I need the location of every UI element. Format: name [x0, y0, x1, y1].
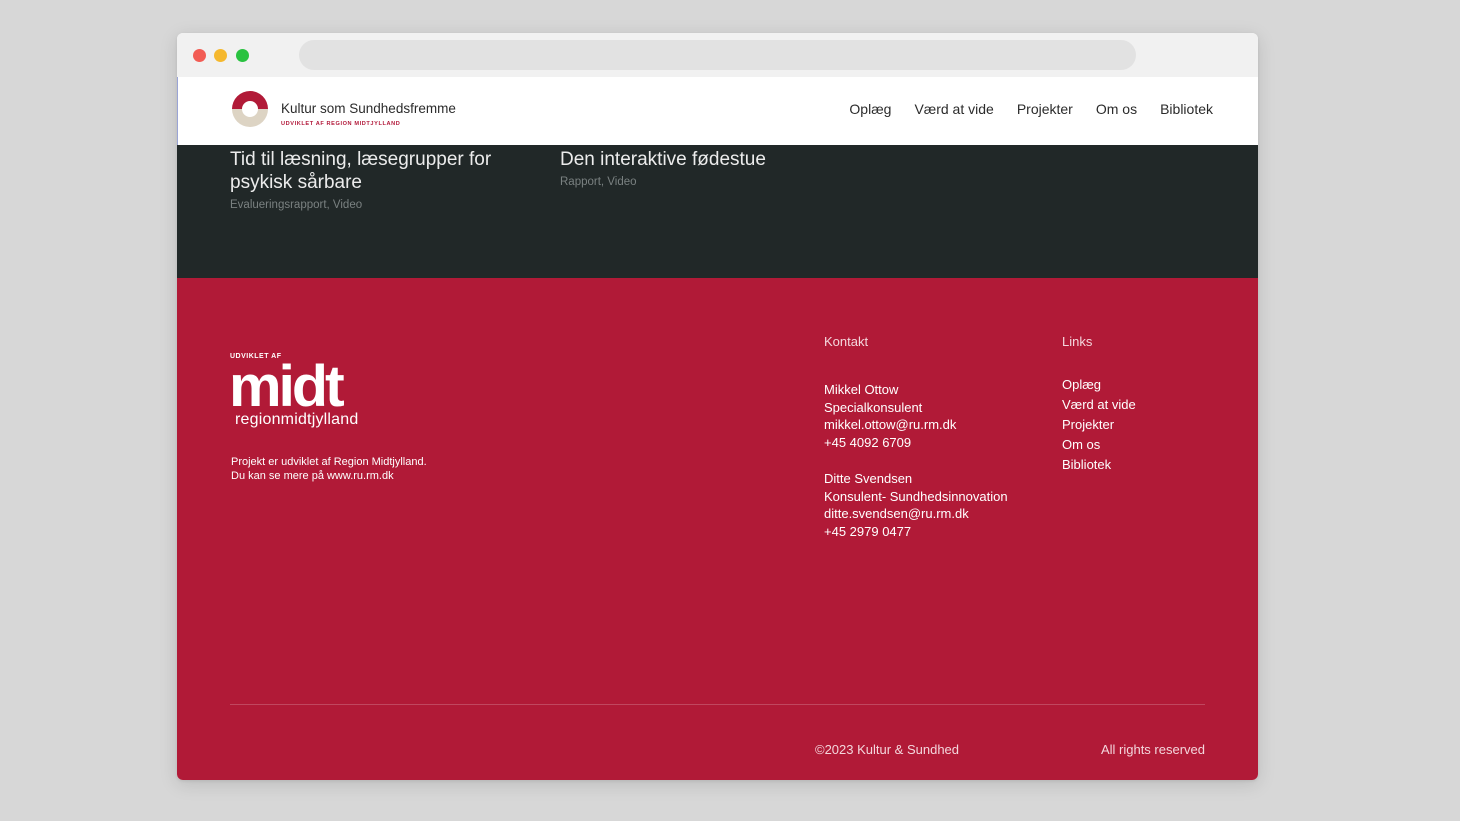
footer-link-oplaeg[interactable]: Oplæg: [1062, 375, 1136, 395]
site-subtitle: UDVIKLET AF REGION MIDTJYLLAND: [281, 121, 401, 127]
brand-logo-icon[interactable]: [230, 89, 270, 129]
footer-description-line: Projekt er udviklet af Region Midtjyllan…: [231, 456, 427, 468]
contact-phone[interactable]: +45 2979 0477: [824, 523, 1008, 541]
project-card-tags: Rapport, Video: [560, 176, 637, 188]
contact-role: Konsulent- Sundhedsinnovation: [824, 488, 1008, 504]
nav-item-bibliotek[interactable]: Bibliotek: [1160, 101, 1213, 117]
project-cards-section: Tid til læsning, læsegrupper for psykisk…: [177, 145, 1258, 278]
site-header: Kultur som Sundhedsfremme UDVIKLET AF RE…: [177, 77, 1258, 145]
contact-email[interactable]: ditte.svendsen@ru.rm.dk: [824, 505, 1008, 523]
midt-logo-region: regionmidtjylland: [235, 411, 359, 428]
contact-name: Mikkel Ottow: [824, 382, 899, 397]
maximize-window-button[interactable]: [236, 49, 249, 62]
rights-text: All rights reserved: [1100, 742, 1205, 757]
minimize-window-button[interactable]: [214, 49, 227, 62]
nav-item-projekter[interactable]: Projekter: [1017, 101, 1073, 117]
footer-links: Oplæg Værd at vide Projekter Om os Bibli…: [1062, 375, 1136, 475]
site-footer: UDVIKLET AF midt regionmidtjylland Proje…: [177, 278, 1258, 780]
footer-link-bibliotek[interactable]: Bibliotek: [1062, 455, 1136, 475]
close-window-button[interactable]: [193, 49, 206, 62]
project-card-title-line: Den interaktive fødestue: [560, 149, 766, 170]
contact-heading: Kontakt: [824, 334, 869, 349]
contact-name: Ditte Svendsen: [824, 471, 913, 486]
contact-email[interactable]: mikkel.ottow@ru.rm.dk: [824, 416, 956, 434]
copyright-text: ©2023 Kultur & Sundhed: [815, 742, 960, 757]
nav-item-vaerd-at-vide[interactable]: Værd at vide: [914, 101, 993, 117]
footer-link-vaerd-at-vide[interactable]: Værd at vide: [1062, 395, 1136, 415]
project-card-title[interactable]: Den interaktive fødestue: [560, 148, 766, 171]
project-card-title-line: Tid til læsning, læsegrupper for: [230, 149, 492, 170]
contact-phone[interactable]: +45 4092 6709: [824, 434, 956, 452]
address-bar[interactable]: [299, 40, 1136, 70]
site-title[interactable]: Kultur som Sundhedsfremme: [281, 101, 456, 116]
footer-link-om-os[interactable]: Om os: [1062, 435, 1136, 455]
footer-description: Projekt er udviklet af Region Midtjyllan…: [231, 455, 427, 483]
nav-item-om-os[interactable]: Om os: [1096, 101, 1137, 117]
contact-role: Specialkonsulent: [824, 399, 923, 415]
footer-divider: [230, 704, 1205, 705]
project-card-tags: Evalueringsrapport, Video: [230, 199, 363, 211]
project-card-title-line: psykisk sårbare: [230, 172, 362, 193]
contact-block: Mikkel Ottow Specialkonsulent mikkel.ott…: [824, 381, 956, 451]
footer-description-line: Du kan se mere på www.ru.rm.dk: [231, 470, 394, 482]
project-card-title[interactable]: Tid til læsning, læsegrupper for psykisk…: [230, 148, 491, 194]
midt-logo-word[interactable]: midt: [229, 355, 345, 419]
links-heading: Links: [1062, 334, 1093, 349]
browser-window: Kultur som Sundhedsfremme UDVIKLET AF RE…: [177, 33, 1258, 780]
contact-block: Ditte Svendsen Konsulent- Sundhedsinnova…: [824, 470, 1008, 540]
nav-item-oplaeg[interactable]: Oplæg: [849, 101, 891, 117]
browser-toolbar: [177, 33, 1258, 77]
main-nav: Oplæg Værd at vide Projekter Om os Bibli…: [849, 101, 1213, 117]
footer-link-projekter[interactable]: Projekter: [1062, 415, 1136, 435]
